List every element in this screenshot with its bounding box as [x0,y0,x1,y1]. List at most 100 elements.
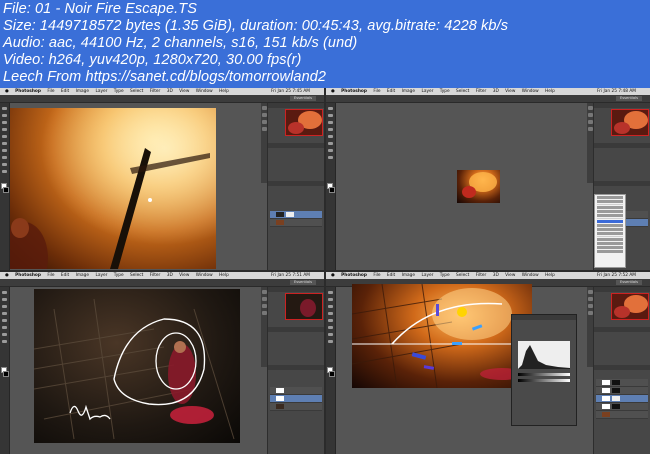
menu-option[interactable] [597,246,623,249]
tool-icon[interactable] [328,333,333,336]
menu-type[interactable]: Type [440,272,450,279]
menu-view[interactable]: View [179,88,189,95]
layers-tabs[interactable] [594,365,650,370]
workspace-switcher[interactable]: Essentials [290,96,316,101]
apple-icon[interactable]: ● [5,88,9,95]
menu-3d[interactable]: 3D [493,88,499,95]
menu-option[interactable] [597,214,623,217]
swatch-icon[interactable] [3,371,9,377]
navigator-tabs[interactable] [268,287,324,292]
menu-window[interactable]: Window [196,272,213,279]
tool-icon[interactable] [2,326,7,329]
tool-icon[interactable] [2,298,7,301]
document-canvas[interactable] [34,289,240,443]
menu-option[interactable] [597,242,623,245]
tool-icon[interactable] [2,333,7,336]
menu-option[interactable] [597,228,623,231]
menu-option[interactable] [597,196,623,199]
workspace-switcher[interactable]: Essentials [290,280,316,285]
menu-image[interactable]: Image [76,88,89,95]
menu-option[interactable] [597,232,623,235]
tool-icon[interactable] [2,135,7,138]
tool-icon[interactable] [328,135,333,138]
apple-icon[interactable]: ● [5,272,9,279]
menu-layer[interactable]: Layer [421,272,433,279]
menu-file[interactable]: File [373,88,380,95]
layer-row[interactable] [596,411,648,419]
tool-icon[interactable] [328,326,333,329]
menu-help[interactable]: Help [219,88,229,95]
tool-icon[interactable] [2,121,7,124]
menu-help[interactable]: Help [219,272,229,279]
navigator-tabs[interactable] [268,103,324,108]
adjustments-tabs[interactable] [268,327,324,332]
workspace-switcher[interactable]: Essentials [616,280,642,285]
tool-icon[interactable] [2,312,7,315]
menu-edit[interactable]: Edit [61,272,69,279]
swatch-icon[interactable] [329,371,335,377]
tool-icon[interactable] [2,142,7,145]
navigator-preview[interactable] [285,109,323,136]
adjustments-tabs[interactable] [268,143,324,148]
layer-row[interactable] [270,403,322,411]
tool-icon[interactable] [328,156,333,159]
tool-icon[interactable] [328,298,333,301]
tool-icon[interactable] [2,319,7,322]
menu-layer[interactable]: Layer [95,88,107,95]
tool-icon[interactable] [328,319,333,322]
menu-option[interactable] [597,210,623,213]
menu-help[interactable]: Help [545,272,555,279]
menu-file[interactable]: File [47,88,54,95]
layer-blend-dropdown[interactable] [594,194,626,268]
document-canvas[interactable] [10,108,216,269]
menu-type[interactable]: Type [440,88,450,95]
layer-row[interactable] [596,403,648,411]
navigator-preview[interactable] [285,293,323,320]
menu-filter[interactable]: Filter [476,88,487,95]
tool-icon[interactable] [2,107,7,110]
menu-type[interactable]: Type [114,88,124,95]
menu-select[interactable]: Select [456,88,469,95]
menu-3d[interactable]: 3D [167,88,173,95]
menu-option[interactable] [597,238,623,241]
menu-window[interactable]: Window [522,272,539,279]
menu-edit[interactable]: Edit [387,272,395,279]
menu-image[interactable]: Image [76,272,89,279]
menu-select[interactable]: Select [130,88,143,95]
document-canvas[interactable] [352,284,532,388]
menu-image[interactable]: Image [402,88,415,95]
layers-tabs[interactable] [268,181,324,186]
menu-option[interactable] [597,224,623,227]
menu-3d[interactable]: 3D [493,272,499,279]
tool-icon[interactable] [2,291,7,294]
menu-layer[interactable]: Layer [95,272,107,279]
tool-icon[interactable] [328,291,333,294]
menu-window[interactable]: Window [522,88,539,95]
layers-tabs[interactable] [594,181,650,186]
apple-icon[interactable]: ● [331,272,335,279]
menu-select[interactable]: Select [130,272,143,279]
menu-filter[interactable]: Filter [476,272,487,279]
tool-icon[interactable] [328,107,333,110]
document-canvas[interactable] [457,170,500,203]
menu-view[interactable]: View [505,88,515,95]
workspace-switcher[interactable]: Essentials [616,96,642,101]
tool-icon[interactable] [2,156,7,159]
menu-edit[interactable]: Edit [387,88,395,95]
layer-row[interactable] [270,211,322,219]
levels-dialog[interactable] [511,314,577,426]
menu-option[interactable] [597,206,623,209]
layer-row[interactable] [596,387,648,395]
adjustments-tabs[interactable] [594,143,650,148]
tool-icon[interactable] [328,312,333,315]
layer-row[interactable] [270,387,322,395]
menu-type[interactable]: Type [114,272,124,279]
menu-file[interactable]: File [47,272,54,279]
layer-row[interactable] [270,219,322,227]
tool-icon[interactable] [328,121,333,124]
menu-help[interactable]: Help [545,88,555,95]
tool-icon[interactable] [2,114,7,117]
tool-icon[interactable] [328,340,333,343]
tool-icon[interactable] [328,128,333,131]
menu-view[interactable]: View [179,272,189,279]
